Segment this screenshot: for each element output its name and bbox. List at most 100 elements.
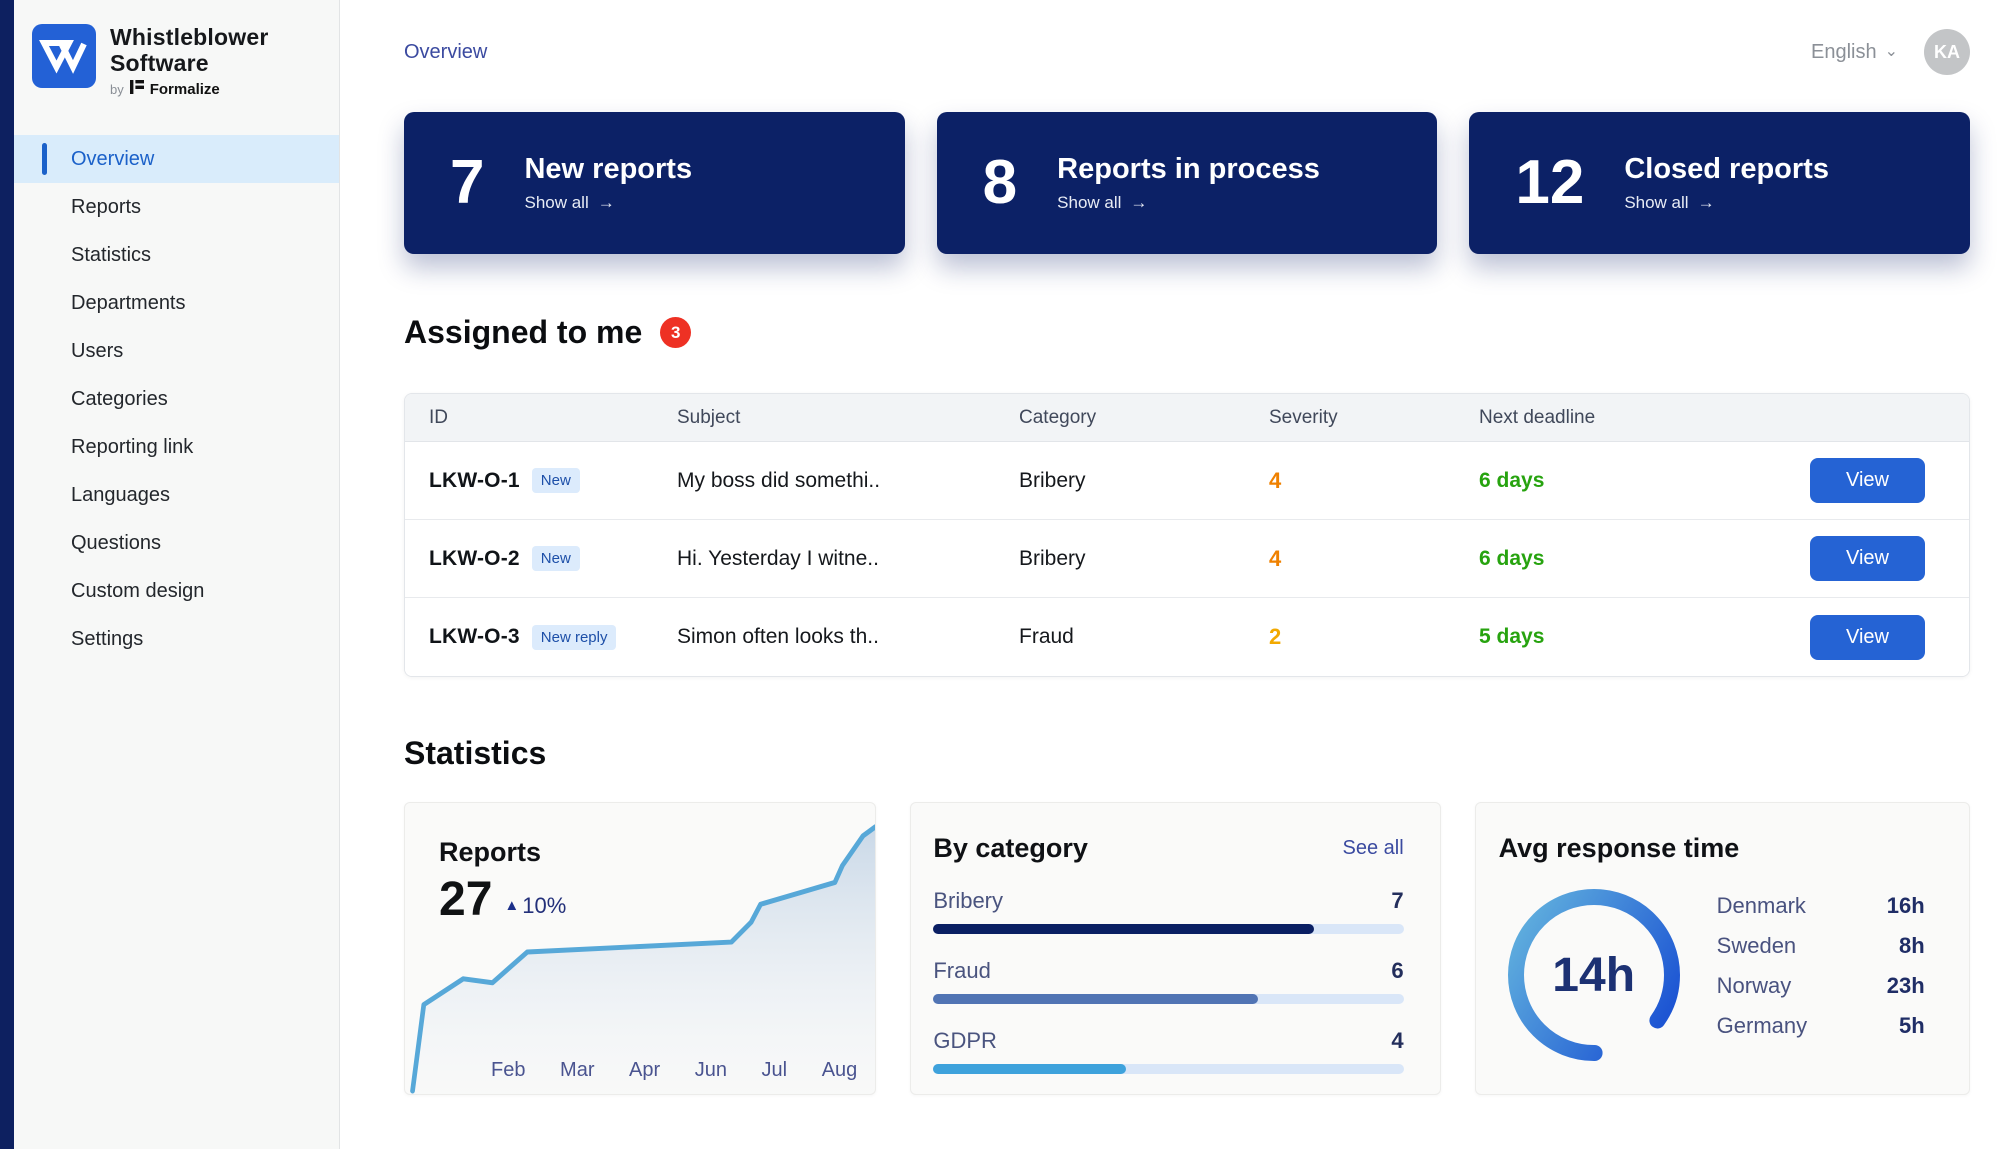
avg-response-card: Avg response time 14h xyxy=(1475,802,1970,1095)
sidebar-item-languages[interactable]: Languages xyxy=(14,471,339,519)
report-deadline: 6 days xyxy=(1479,547,1764,571)
report-category: Bribery xyxy=(1019,547,1269,571)
status-badge: New xyxy=(532,468,580,493)
chevron-down-icon: ⌄ xyxy=(1885,47,1898,57)
category-value: 6 xyxy=(1391,958,1403,984)
country-row: Germany5h xyxy=(1717,1006,1925,1046)
country-row: Norway23h xyxy=(1717,966,1925,1006)
sidebar-item-custom-design[interactable]: Custom design xyxy=(14,567,339,615)
category-bar-track xyxy=(933,994,1403,1004)
in-process-count: 8 xyxy=(983,152,1017,214)
brand-logo-icon xyxy=(32,24,96,88)
category-bar-track xyxy=(933,924,1403,934)
reports-total: 27 xyxy=(439,880,492,921)
brand-byline: by Formalize xyxy=(110,80,269,99)
response-donut-chart: 14h xyxy=(1499,880,1689,1070)
col-header-subject: Subject xyxy=(677,407,1019,429)
reports-card-title: Reports xyxy=(439,837,566,868)
sidebar-item-overview[interactable]: Overview xyxy=(14,135,339,183)
arrow-right-icon: → xyxy=(1130,193,1147,213)
show-all-link[interactable]: Show all→ xyxy=(1057,193,1320,213)
report-id: LKW-O-1 xyxy=(429,469,520,493)
view-button[interactable]: View xyxy=(1810,536,1925,581)
table-row: LKW-O-3New reply Simon often looks th.. … xyxy=(405,598,1969,676)
sidebar-item-questions[interactable]: Questions xyxy=(14,519,339,567)
sidebar-item-departments[interactable]: Departments xyxy=(14,279,339,327)
category-row: GDPR 4 xyxy=(933,1028,1403,1074)
arrow-right-icon: → xyxy=(1698,193,1715,213)
by-category-title: By category xyxy=(933,833,1088,864)
country-list: Denmark16h Sweden8h Norway23h Germany5h xyxy=(1717,886,1925,1070)
statistics-cards-row: Reports 27 ▲ 10% Feb Mar Apr Jun Jul xyxy=(404,802,1970,1095)
country-row: Denmark16h xyxy=(1717,886,1925,926)
language-selector[interactable]: English ⌄ xyxy=(1811,41,1898,64)
left-edge-strip xyxy=(0,0,14,1149)
report-id: LKW-O-2 xyxy=(429,547,520,571)
status-badge: New xyxy=(532,546,580,571)
table-row: LKW-O-1 New My boss did somethi.. Bribery… xyxy=(405,442,1969,520)
see-all-link[interactable]: See all xyxy=(1343,837,1404,860)
breadcrumb[interactable]: Overview xyxy=(404,41,487,64)
country-row: Sweden8h xyxy=(1717,926,1925,966)
report-severity: 2 xyxy=(1269,624,1479,650)
col-header-deadline: Next deadline xyxy=(1479,407,1764,429)
card-title: Reports in process xyxy=(1057,153,1320,186)
sidebar-menu: Overview Reports Statistics Departments … xyxy=(14,135,339,663)
reports-delta: ▲ 10% xyxy=(504,893,566,921)
view-button[interactable]: View xyxy=(1810,615,1925,660)
sidebar-item-settings[interactable]: Settings xyxy=(14,615,339,663)
new-reports-count: 7 xyxy=(450,152,484,214)
app-window: Whistleblower Software by Formalize Over… xyxy=(0,0,2000,1149)
active-indicator-bar xyxy=(42,143,47,175)
card-title: New reports xyxy=(524,153,692,186)
reports-chart-card: Reports 27 ▲ 10% Feb Mar Apr Jun Jul xyxy=(404,802,876,1095)
category-label: GDPR xyxy=(933,1028,997,1054)
donut-center-value: 14h xyxy=(1499,880,1689,1070)
category-label: Bribery xyxy=(933,888,1003,914)
view-button[interactable]: View xyxy=(1810,458,1925,503)
assigned-count-badge: 3 xyxy=(660,317,691,348)
report-id: LKW-O-3 xyxy=(429,625,520,649)
triangle-up-icon: ▲ xyxy=(504,897,519,914)
report-subject: Simon often looks th.. xyxy=(677,625,1019,649)
card-new-reports[interactable]: 7 New reports Show all→ xyxy=(404,112,905,254)
sidebar-item-categories[interactable]: Categories xyxy=(14,375,339,423)
report-category: Bribery xyxy=(1019,469,1269,493)
table-row: LKW-O-2 New Hi. Yesterday I witne.. Bribe… xyxy=(405,520,1969,598)
card-closed-reports[interactable]: 12 Closed reports Show all→ xyxy=(1469,112,1970,254)
report-severity: 4 xyxy=(1269,546,1479,572)
show-all-link[interactable]: Show all→ xyxy=(524,193,692,213)
table-header-row: ID Subject Category Severity Next deadli… xyxy=(405,394,1969,442)
category-bar-fill xyxy=(933,994,1258,1004)
sidebar-item-statistics[interactable]: Statistics xyxy=(14,231,339,279)
assigned-title: Assigned to me xyxy=(404,314,642,351)
report-severity: 4 xyxy=(1269,468,1479,494)
avg-response-title: Avg response time xyxy=(1499,833,1969,864)
category-value: 7 xyxy=(1391,888,1403,914)
arrow-right-icon: → xyxy=(598,193,615,213)
category-row: Bribery 7 xyxy=(933,888,1403,934)
summary-cards-row: 7 New reports Show all→ 8 Reports in pro… xyxy=(404,112,1970,254)
show-all-link[interactable]: Show all→ xyxy=(1624,193,1829,213)
category-row: Fraud 6 xyxy=(933,958,1403,1004)
category-bar-track xyxy=(933,1064,1403,1074)
status-badge: New reply xyxy=(532,625,617,650)
category-bar-fill xyxy=(933,1064,1126,1074)
avatar[interactable]: KA xyxy=(1924,29,1970,75)
sidebar-item-reports[interactable]: Reports xyxy=(14,183,339,231)
sidebar-item-reporting-link[interactable]: Reporting link xyxy=(14,423,339,471)
category-value: 4 xyxy=(1391,1028,1403,1054)
card-reports-in-process[interactable]: 8 Reports in process Show all→ xyxy=(937,112,1438,254)
sidebar-item-users[interactable]: Users xyxy=(14,327,339,375)
by-category-card: By category See all Bribery 7 Fraud 6 xyxy=(910,802,1440,1095)
sidebar: Whistleblower Software by Formalize Over… xyxy=(14,0,340,1149)
col-header-severity: Severity xyxy=(1269,407,1479,429)
report-subject: Hi. Yesterday I witne.. xyxy=(677,547,1019,571)
formalize-icon xyxy=(130,80,144,99)
topbar: Overview English ⌄ KA xyxy=(404,0,1970,76)
report-subject: My boss did somethi.. xyxy=(677,469,1019,493)
brand-name: Whistleblower Software xyxy=(110,24,269,76)
main-content: Overview English ⌄ KA 7 New reports Show… xyxy=(340,0,2000,1149)
col-header-id: ID xyxy=(405,407,677,429)
report-deadline: 5 days xyxy=(1479,625,1764,649)
